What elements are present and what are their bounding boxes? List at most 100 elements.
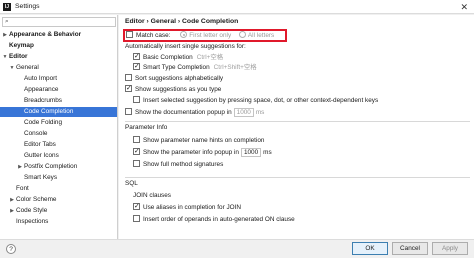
sidebar-item-general[interactable]: ▼ General (0, 63, 117, 73)
insert-order-label: Insert order of operands in auto-generat… (143, 216, 295, 223)
sql-heading: SQL (125, 180, 138, 187)
all-letters-radio[interactable] (238, 31, 246, 38)
use-aliases-checkbox[interactable] (133, 201, 140, 211)
smart-type-completion-shortcut: Ctrl+Shift+空格 (213, 64, 257, 71)
use-aliases-row: Use aliases in completion for JOIN (133, 201, 242, 213)
smart-type-completion-checkbox[interactable] (133, 61, 140, 71)
divider (125, 177, 470, 178)
sidebar-item-gutter-icons[interactable]: Gutter Icons (0, 151, 117, 161)
sidebar-item-label: Gutter Icons (24, 152, 59, 159)
settings-search-input[interactable]: ⌕ (2, 17, 116, 27)
sidebar-item-label: Smart Keys (24, 174, 58, 181)
divider (125, 121, 470, 122)
match-case-row: Match case: First letter only All letter… (126, 31, 274, 41)
sidebar-item-code-completion[interactable]: Code Completion (0, 107, 117, 117)
param-hints-label: Show parameter name hints on completion (143, 137, 265, 144)
basic-completion-shortcut: Ctrl+空格 (196, 54, 224, 61)
show-as-you-type-checkbox[interactable] (125, 83, 132, 93)
insert-order-checkbox[interactable] (133, 215, 140, 222)
full-signatures-checkbox[interactable] (133, 160, 140, 167)
sidebar-item-editor-tabs[interactable]: Editor Tabs (0, 140, 117, 150)
settings-sidebar: ⌕ ▶ Appearance & Behavior Keymap ▼ Editor … (0, 15, 118, 239)
sidebar-item-font[interactable]: Font (0, 184, 117, 194)
param-popup-checkbox[interactable] (133, 146, 140, 156)
breadcrumb: Editor › General › Code Completion (125, 18, 239, 25)
sidebar-item-keymap[interactable]: Keymap (0, 41, 117, 51)
param-popup-delay-input[interactable]: 1000 (240, 148, 262, 157)
ok-button[interactable]: OK (352, 242, 388, 255)
show-doc-popup-row: Show the documentation popup in 1000 ms (125, 108, 264, 118)
smart-type-completion-row: Smart Type CompletionCtrl+Shift+空格 (133, 61, 257, 73)
sidebar-item-label: Editor Tabs (24, 141, 56, 148)
sidebar-item-editor[interactable]: ▼ Editor (0, 52, 117, 62)
sort-alphabetically-checkbox[interactable] (125, 74, 132, 81)
dialog-footer: ? OK Cancel Apply (0, 239, 474, 258)
sidebar-item-code-style[interactable]: ▶ Code Style (0, 206, 117, 216)
show-doc-popup-checkbox[interactable] (125, 108, 132, 115)
sidebar-item-console[interactable]: Console (0, 129, 117, 139)
insert-selected-label: Insert selected suggestion by pressing s… (143, 97, 379, 104)
first-letter-only-label: First letter only (189, 32, 232, 39)
sidebar-item-label: Editor (9, 53, 28, 60)
sidebar-item-label: Appearance (24, 86, 59, 93)
chevron-down-icon[interactable]: ▼ (8, 63, 16, 73)
help-icon[interactable]: ? (6, 244, 16, 254)
sidebar-item-label: Appearance & Behavior (9, 31, 82, 38)
doc-popup-unit: ms (255, 109, 265, 116)
title-bar: IJ Settings ✕ (0, 0, 474, 14)
sidebar-item-label: Code Style (16, 207, 48, 214)
sidebar-item-smart-keys[interactable]: Smart Keys (0, 173, 117, 183)
first-letter-only-radio[interactable] (180, 31, 188, 38)
sidebar-item-inspections[interactable]: Inspections (0, 217, 117, 227)
chevron-right-icon[interactable]: ▶ (8, 206, 16, 216)
sidebar-item-color-scheme[interactable]: ▶ Color Scheme (0, 195, 117, 205)
sidebar-item-label: Font (16, 185, 29, 192)
search-icon: ⌕ (5, 18, 9, 25)
show-as-you-type-row: Show suggestions as you type (125, 83, 222, 95)
intellij-app-icon: IJ (3, 3, 11, 11)
doc-popup-delay-input[interactable]: 1000 (233, 108, 254, 117)
show-as-you-type-label: Show suggestions as you type (135, 86, 222, 93)
param-popup-label: Show the parameter info popup in (143, 149, 239, 156)
insert-selected-row: Insert selected suggestion by pressing s… (133, 96, 378, 106)
param-popup-unit: ms (263, 149, 272, 156)
basic-completion-row: Basic CompletionCtrl+空格 (133, 51, 224, 63)
code-completion-panel: Editor › General › Code Completion Match… (119, 15, 474, 239)
apply-button[interactable]: Apply (432, 242, 468, 255)
join-clauses-heading: JOIN clauses (133, 192, 172, 199)
basic-completion-label: Basic Completion (143, 54, 193, 61)
param-hints-checkbox[interactable] (133, 136, 140, 143)
sidebar-item-auto-import[interactable]: Auto Import (0, 74, 117, 84)
cancel-button[interactable]: Cancel (392, 242, 428, 255)
auto-insert-label: Automatically insert single suggestions … (125, 43, 246, 50)
window-title: Settings (15, 3, 40, 10)
sort-alphabetically-row: Sort suggestions alphabetically (125, 74, 223, 84)
use-aliases-label: Use aliases in completion for JOIN (143, 204, 242, 211)
insert-selected-checkbox[interactable] (133, 96, 140, 103)
sidebar-item-label: Color Scheme (16, 196, 57, 203)
sidebar-item-label: General (16, 64, 39, 71)
sidebar-item-appearance-behavior[interactable]: ▶ Appearance & Behavior (0, 30, 117, 40)
sidebar-item-label: Breadcrumbs (24, 97, 63, 104)
param-hints-row: Show parameter name hints on completion (133, 136, 265, 146)
full-signatures-row: Show full method signatures (133, 160, 223, 170)
chevron-right-icon[interactable]: ▶ (8, 195, 16, 205)
show-doc-popup-label: Show the documentation popup in (135, 109, 232, 116)
sidebar-item-label: Keymap (9, 42, 34, 49)
chevron-down-icon[interactable]: ▼ (1, 52, 9, 62)
sidebar-item-label: Code Completion (24, 108, 74, 115)
sidebar-item-breadcrumbs[interactable]: Breadcrumbs (0, 96, 117, 106)
sidebar-item-label: Console (24, 130, 48, 137)
smart-type-completion-label: Smart Type Completion (143, 64, 210, 71)
chevron-right-icon[interactable]: ▶ (16, 162, 24, 172)
sidebar-item-appearance[interactable]: Appearance (0, 85, 117, 95)
close-window-button[interactable]: ✕ (460, 1, 468, 13)
basic-completion-checkbox[interactable] (133, 51, 140, 61)
sidebar-item-code-folding[interactable]: Code Folding (0, 118, 117, 128)
sidebar-item-label: Auto Import (24, 75, 58, 82)
full-signatures-label: Show full method signatures (143, 161, 224, 168)
sidebar-item-label: Postfix Completion (24, 163, 78, 170)
chevron-right-icon[interactable]: ▶ (1, 30, 9, 40)
match-case-checkbox[interactable] (126, 31, 133, 38)
sidebar-item-postfix-completion[interactable]: ▶ Postfix Completion (0, 162, 117, 172)
